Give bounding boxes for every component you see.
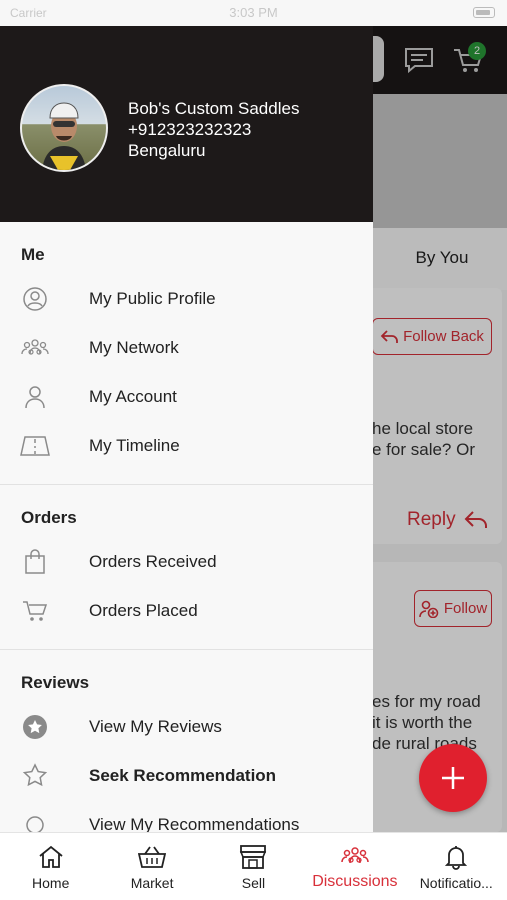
menu-item-label: View My Recommendations [89,814,300,833]
nav-market[interactable]: Market [101,833,202,900]
menu-item-label: My Network [89,337,179,357]
menu-item-label: Seek Recommendation [89,765,277,785]
plus-icon [442,767,464,789]
menu-item-label: Orders Placed [89,600,198,620]
profile-info[interactable]: Bob's Custom Saddles +912323232323 Benga… [128,98,299,161]
star-filled-icon [20,712,50,742]
bottom-nav: Home Market Sell Discussions Notificatio… [0,832,507,900]
recommendation-icon [20,810,50,832]
menu-item-orders-received[interactable]: Orders Received [0,537,373,586]
menu-item-view-reviews[interactable]: View My Reviews [0,702,373,751]
status-time: 3:03 PM [229,5,278,20]
nav-notifications[interactable]: Notificatio... [406,833,507,900]
menu-item-timeline[interactable]: My Timeline [0,421,373,470]
menu-item-account[interactable]: My Account [0,372,373,421]
menu-item-seek-recommendation[interactable]: Seek Recommendation [0,751,373,800]
menu-item-view-recommendations[interactable]: View My Recommendations [0,800,373,832]
home-icon [37,843,65,871]
nav-label: Notificatio... [419,875,493,891]
bell-icon [442,843,470,871]
menu-item-label: Orders Received [89,551,217,571]
nav-home[interactable]: Home [0,833,101,900]
basket-icon [138,843,167,871]
section-me: Me My Public Profile My Network My Accou… [0,222,373,470]
timeline-icon [20,431,50,461]
navigation-drawer: Bob's Custom Saddles +912323232323 Benga… [0,26,373,832]
menu-item-label: My Timeline [89,435,180,455]
profile-city: Bengaluru [128,141,206,160]
section-reviews: Reviews View My Reviews Seek Recommendat… [0,650,373,832]
section-title: Me [21,245,45,264]
nav-sell[interactable]: Sell [203,833,304,900]
battery-icon [473,7,495,18]
store-icon [239,843,267,871]
menu-item-network[interactable]: My Network [0,323,373,372]
avatar[interactable] [20,84,108,172]
cart-icon [20,596,50,626]
profile-name: Bob's Custom Saddles [128,99,300,118]
menu-item-label: My Public Profile [89,288,216,308]
menu-item-public-profile[interactable]: My Public Profile [0,274,373,323]
shopping-bag-icon [20,547,50,577]
nav-label: Home [32,875,70,891]
section-title: Reviews [21,673,90,692]
network-icon [20,333,50,363]
nav-label: Sell [241,875,266,891]
section-orders: Orders Orders Received Orders Placed [0,485,373,635]
star-outline-icon [20,761,50,791]
people-icon [341,843,369,871]
user-circle-icon [20,284,50,314]
drawer-header: Bob's Custom Saddles +912323232323 Benga… [0,26,373,222]
user-icon [20,382,50,412]
profile-phone: +912323232323 [128,120,252,139]
menu-item-label: View My Reviews [89,716,222,736]
section-title: Orders [21,508,77,527]
nav-label: Market [130,875,174,891]
menu-item-label: My Account [89,386,177,406]
new-post-button[interactable] [419,744,487,812]
nav-label: Discussions [312,873,398,890]
nav-discussions[interactable]: Discussions [304,833,405,900]
status-bar: Carrier 3:03 PM [0,0,507,26]
menu-item-orders-placed[interactable]: Orders Placed [0,586,373,635]
